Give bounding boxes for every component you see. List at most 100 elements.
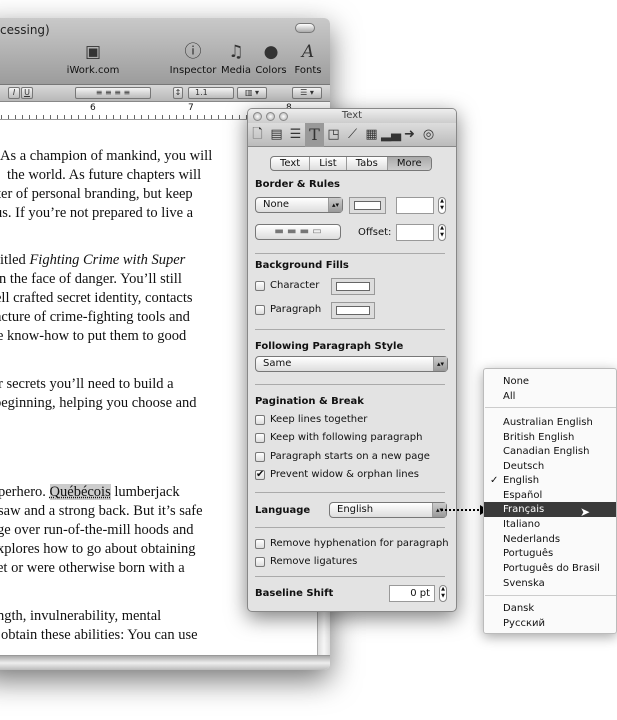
iwork-button[interactable]: ▣ iWork.com [63, 42, 123, 76]
text-line: acture of crime-fighting tools and [0, 309, 190, 325]
baseline-shift-field[interactable]: 0 pt [389, 585, 435, 602]
border-color-well[interactable] [349, 197, 386, 214]
menu-item-francais[interactable]: Français ➤ [484, 502, 616, 519]
border-width-field[interactable] [396, 197, 434, 214]
paragraph-fill-checkbox[interactable]: Paragraph [255, 304, 321, 315]
menu-item-australian-english[interactable]: Australian English [484, 415, 616, 430]
menu-item-portugues-brasil[interactable]: Português do Brasil [484, 561, 616, 576]
baseline-shift-stepper[interactable]: ▲ ▼ [439, 585, 447, 602]
menu-label: Nederlands [503, 534, 561, 545]
text-line: ge over run-of-the-mill hoods and [0, 522, 194, 538]
tab-list[interactable]: List [310, 157, 347, 170]
menu-label: British English [503, 432, 575, 443]
layout-inspector-icon[interactable]: ▤ [267, 123, 286, 147]
following-style-select[interactable]: Same ▴▾ [255, 356, 448, 372]
menu-item-russian[interactable]: Русский [484, 616, 616, 631]
language-select[interactable]: English ▴▾ [329, 502, 447, 518]
text-line: As a champion of mankind, you will [0, 148, 213, 164]
checkbox[interactable] [255, 304, 265, 315]
menu-item-italiano[interactable]: Italiano [484, 517, 616, 532]
new-page-checkbox[interactable]: Paragraph starts on a new page [255, 451, 430, 462]
menu-item-british-english[interactable]: British English [484, 430, 616, 445]
quicktime-inspector-icon[interactable]: ◎ [419, 123, 438, 147]
checkbox[interactable] [255, 556, 265, 567]
misspelled-word[interactable]: Québécois [49, 484, 111, 500]
toolbar-toggle-button[interactable] [295, 23, 315, 33]
border-style-select[interactable]: None ▴▾ [255, 197, 343, 213]
line-spacing-select[interactable]: 1.1 [188, 87, 234, 99]
graphic-inspector-icon[interactable]: ◳ [324, 123, 343, 147]
menu-item-nederlands[interactable]: Nederlands [484, 532, 616, 547]
text-line: beginning, helping you choose and [0, 395, 197, 411]
chart-inspector-icon[interactable]: ▂▄ [381, 123, 401, 147]
table-inspector-icon[interactable]: ▦ [362, 123, 381, 147]
book-title: Fighting Crime with Super [29, 252, 186, 268]
window-title: cessing) [0, 23, 50, 37]
character-color-well[interactable] [331, 278, 375, 295]
alignment-buttons[interactable]: ≡ ≡ ≡ ≡ [75, 87, 151, 99]
minimize-button[interactable] [266, 112, 275, 121]
columns-select[interactable]: ▥ ▾ [237, 87, 267, 99]
language-value: English [337, 504, 374, 515]
metrics-inspector-icon[interactable]: ⟋ [343, 123, 362, 147]
character-fill-checkbox[interactable]: Character [255, 280, 319, 291]
menu-item-deutsch[interactable]: Deutsch [484, 459, 616, 474]
inspector-tabs: Text List Tabs More [270, 156, 432, 171]
inspector-toolbar: 🗋 ▤ ☰ T ◳ ⟋ ▦ ▂▄ ➜ ◎ [248, 123, 456, 147]
text-line: e know-how to put them to good [0, 328, 187, 344]
divider [255, 576, 445, 577]
checkbox[interactable] [255, 432, 265, 443]
link-inspector-icon[interactable]: ➜ [400, 123, 419, 147]
underline-button[interactable]: U [21, 87, 33, 99]
keep-with-following-checkbox[interactable]: Keep with following paragraph [255, 432, 422, 443]
keep-lines-together-checkbox[interactable]: Keep lines together [255, 414, 367, 425]
menu-item-espanol[interactable]: Español [484, 488, 616, 503]
wrap-inspector-icon[interactable]: ☰ [286, 123, 305, 147]
paragraph-color-well[interactable] [331, 302, 375, 319]
remove-hyphenation-checkbox[interactable]: Remove hyphenation for paragraph [255, 538, 449, 549]
document-inspector-icon[interactable]: 🗋 [248, 123, 267, 147]
checkbox[interactable] [255, 414, 265, 425]
ruler-mark: 7 [188, 103, 194, 113]
line-spacing-icon: ↕ [173, 87, 183, 99]
menu-item-portugues[interactable]: Português [484, 546, 616, 561]
language-label: Language [255, 505, 311, 516]
text-line: ngth, invulnerability, mental [0, 608, 162, 624]
tab-text[interactable]: Text [271, 157, 311, 170]
offset-stepper[interactable]: ▲ ▼ [438, 224, 446, 241]
callout-arrow [441, 509, 483, 511]
menu-item-english[interactable]: ✓ English [484, 473, 616, 488]
menu-item-canadian-english[interactable]: Canadian English [484, 444, 616, 459]
checkbox[interactable] [255, 451, 265, 462]
close-button[interactable] [253, 112, 262, 121]
iwork-label: iWork.com [66, 65, 120, 76]
tab-tabs[interactable]: Tabs [347, 157, 388, 170]
menu-item-svenska[interactable]: Svenska [484, 576, 616, 591]
border-position-buttons[interactable]: ▬ ▬ ▬ ▭ [255, 224, 341, 240]
info-icon: ⓘ [184, 42, 202, 62]
iwork-share-icon: ▣ [84, 42, 102, 62]
border-width-stepper[interactable]: ▲ ▼ [438, 197, 446, 214]
text-line: titled Fighting Crime with Super [0, 252, 185, 269]
tab-more[interactable]: More [387, 157, 431, 170]
zoom-button[interactable] [279, 112, 288, 121]
chevron-updown-icon: ▴▾ [328, 198, 342, 212]
option-label: Keep with following paragraph [270, 432, 423, 443]
checkbox[interactable] [255, 280, 265, 291]
remove-ligatures-checkbox[interactable]: Remove ligatures [255, 556, 357, 567]
text-inspector-icon[interactable]: T [305, 123, 324, 147]
list-style-select[interactable]: ☰ ▾ [292, 87, 322, 99]
baseline-shift-label: Baseline Shift [255, 588, 334, 599]
italic-button[interactable]: I [8, 87, 20, 99]
menu-item-all[interactable]: All [484, 389, 616, 404]
checkmark-icon[interactable]: ✔ [255, 469, 265, 480]
menu-item-dansk[interactable]: Dansk [484, 601, 616, 616]
prevent-widow-checkbox[interactable]: ✔ Prevent widow & orphan lines [255, 469, 419, 480]
fonts-button[interactable]: A Fonts [278, 42, 330, 76]
horizontal-scrollbar[interactable] [0, 655, 330, 670]
menu-item-none[interactable]: None [484, 374, 616, 389]
offset-field[interactable] [396, 224, 434, 241]
checkbox[interactable] [255, 538, 265, 549]
text-span: perhero. [0, 484, 50, 500]
menu-label: Português do Brasil [503, 563, 600, 574]
